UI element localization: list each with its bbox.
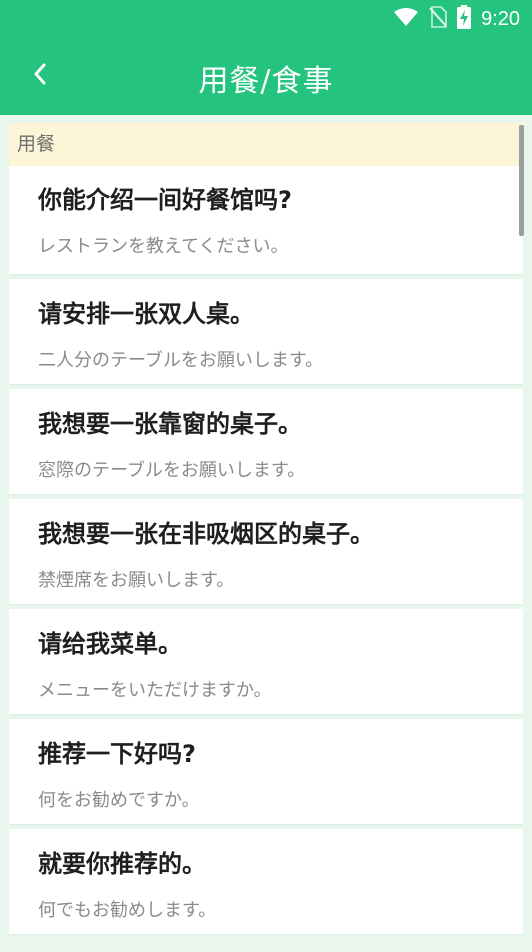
phrase-chinese: 请安排一张双人桌。 <box>38 300 254 328</box>
phrase-japanese: 禁煙席をお願いします。 <box>38 570 235 591</box>
phrase-item[interactable]: 你能介绍一间好餐馆吗? レストランを教えてください。 <box>9 166 523 275</box>
phrase-item[interactable]: 请安排一张双人桌。 二人分のテーブルをお願いします。 <box>9 279 523 385</box>
phrase-item[interactable]: 推荐一下好吗? 何をお勧めですか。 <box>9 719 523 825</box>
phrase-japanese: レストランを教えてください。 <box>38 236 289 257</box>
phrase-item[interactable]: 我想要一张靠窗的桌子。 窓際のテーブルをお願いします。 <box>9 389 523 495</box>
status-bar: 9:20 <box>393 0 532 38</box>
phrase-item[interactable]: 我想要一张在非吸烟区的桌子。 禁煙席をお願いします。 <box>9 499 523 605</box>
phrase-japanese: 何をお勧めですか。 <box>38 790 200 811</box>
phrase-item[interactable]: 就要你推荐的。 何でもお勧めします。 <box>9 829 523 935</box>
phrase-chinese: 推荐一下好吗? <box>38 740 196 768</box>
phrase-chinese: 就要你推荐的。 <box>38 850 206 878</box>
phrase-list: 你能介绍一间好餐馆吗? レストランを教えてください。 请安排一张双人桌。 二人分… <box>9 166 523 935</box>
phrase-japanese: メニューをいただけますか。 <box>38 680 272 701</box>
phrase-item[interactable]: 请给我菜单。 メニューをいただけますか。 <box>9 609 523 715</box>
phrase-japanese: 窓際のテーブルをお願いします。 <box>38 460 306 481</box>
phrase-chinese: 我想要一张靠窗的桌子。 <box>38 410 302 438</box>
status-time: 9:20 <box>481 7 520 30</box>
battery-charging-icon <box>457 5 472 33</box>
scrollbar[interactable] <box>519 125 524 236</box>
page-title: 用餐/食事 <box>198 64 334 99</box>
section-header: 用餐 <box>9 123 523 166</box>
phrase-list-container: 用餐 你能介绍一间好餐馆吗? レストランを教えてください。 请安排一张双人桌。 … <box>9 123 523 952</box>
toolbar: 用餐/食事 <box>0 38 532 115</box>
wifi-icon <box>393 7 419 31</box>
phrase-chinese: 请给我菜单。 <box>38 630 182 658</box>
phrase-chinese: 我想要一张在非吸烟区的桌子。 <box>38 520 374 548</box>
phrase-japanese: 二人分のテーブルをお願いします。 <box>38 350 324 371</box>
no-sim-icon <box>429 6 447 32</box>
phrase-japanese: 何でもお勧めします。 <box>38 900 217 921</box>
phrase-chinese: 你能介绍一间好餐馆吗? <box>38 186 292 214</box>
app-bar: 9:20 用餐/食事 <box>0 0 532 115</box>
